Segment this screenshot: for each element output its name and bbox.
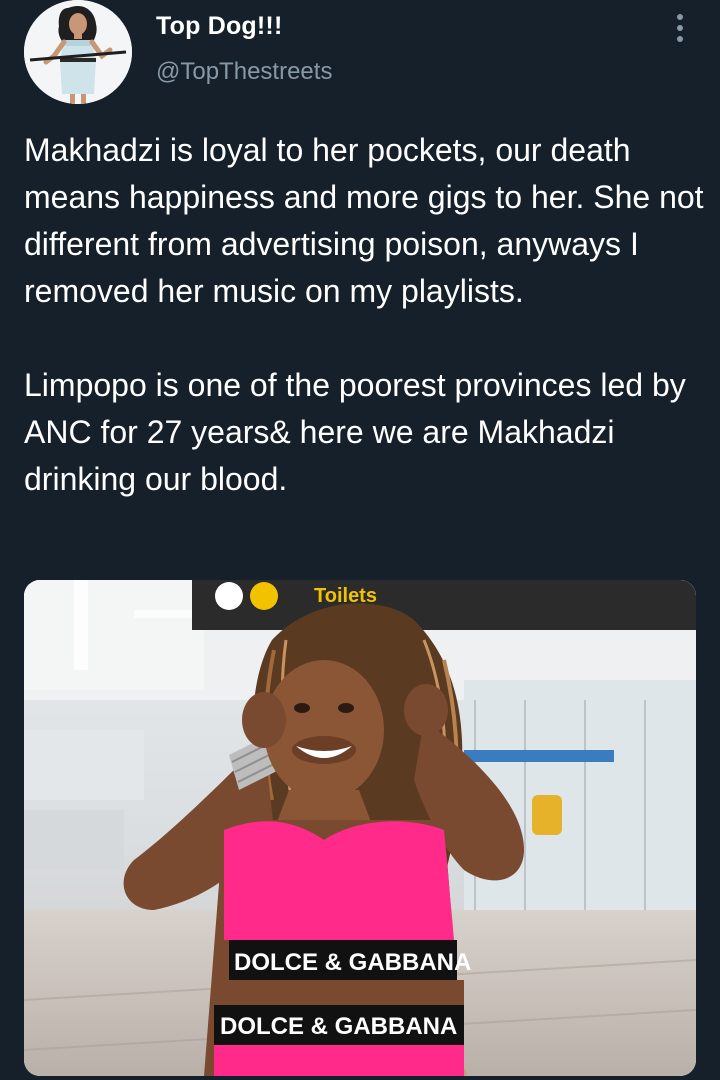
user-handle[interactable]: @TopThestreets (156, 58, 332, 86)
tweet-header: Top Dog!!! @TopThestreets (0, 0, 720, 110)
more-vertical-icon[interactable] (664, 10, 696, 46)
top-logo-text: DOLCE & GABBANA (234, 949, 471, 976)
photo-woman-airport: Toilets DOLCE & GABBANA DOLCE & GABBANA (24, 580, 696, 1076)
tweet-paragraph: Limpopo is one of the poorest provinces … (24, 367, 686, 497)
bottom-logo-text: DOLCE & GABBANA (220, 1013, 457, 1040)
tweet-media-image[interactable]: Toilets DOLCE & GABBANA DOLCE & GABBANA (24, 580, 696, 1076)
avatar-woman-icon (24, 0, 132, 104)
tweet-paragraph: Makhadzi is loyal to her pockets, our de… (24, 132, 704, 309)
tweet-text: Makhadzi is loyal to her pockets, our de… (24, 127, 704, 503)
user-avatar[interactable] (24, 0, 132, 104)
user-display-name[interactable]: Top Dog!!! (156, 12, 282, 41)
